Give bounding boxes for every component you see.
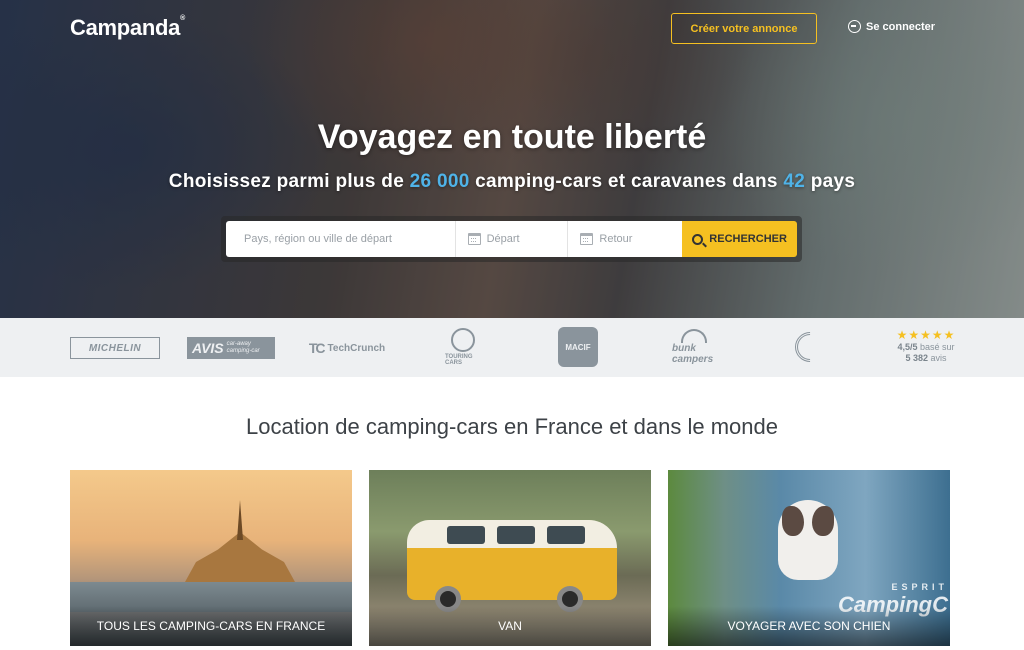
partner-strip: MICHELIN AVIS car-away camping-car TC Te…: [0, 318, 1024, 377]
van-window: [497, 526, 535, 544]
avis-text: AVIS: [192, 340, 224, 356]
create-listing-label: Créer votre annonce: [690, 22, 798, 35]
hero-title: Voyagez en toute liberté: [317, 118, 707, 156]
touring-cars-logo: TOURING CARS: [445, 328, 481, 366]
search-bar: Pays, région ou ville de départ Départ R…: [221, 216, 802, 262]
return-date-input[interactable]: Retour: [568, 221, 683, 257]
overlay-small-text: ESPRIT: [891, 582, 948, 592]
return-placeholder: Retour: [599, 233, 633, 245]
login-link[interactable]: Se connecter: [848, 20, 935, 33]
rating-count: 5 382: [905, 353, 928, 363]
macif-logo: MACIF: [558, 327, 598, 367]
avis-subtext: car-away camping-car: [226, 341, 260, 354]
michelin-logo: MICHELIN: [70, 337, 160, 359]
card-van[interactable]: VAN: [369, 470, 651, 646]
search-button-label: RECHERCHER: [709, 233, 787, 245]
search-button[interactable]: RECHERCHER: [682, 221, 797, 257]
location-input[interactable]: Pays, région ou ville de départ: [226, 221, 456, 257]
dog-image: [778, 500, 838, 580]
login-label: Se connecter: [866, 20, 936, 33]
country-count: 42: [783, 171, 806, 192]
calendar-icon: [580, 233, 594, 245]
rating-count-suffix: avis: [930, 353, 947, 363]
gites-emblem-icon: [788, 325, 832, 369]
bunk-text: bunk campers: [672, 343, 714, 365]
bunk-campers-logo: bunk campers: [672, 327, 716, 367]
rating-score: 4,5/5: [897, 342, 918, 352]
campanda-logo[interactable]: Campanda®: [70, 15, 185, 41]
hero-banner: Campanda® Créer votre annonce Se connect…: [0, 0, 1024, 318]
avis-logo: AVIS car-away camping-car: [187, 337, 275, 359]
mont-saint-michel-image: [185, 500, 295, 582]
techcrunch-logo: TC TechCrunch: [302, 332, 392, 364]
create-listing-button[interactable]: Créer votre annonce: [671, 13, 817, 44]
subtitle-pre: Choisissez parmi plus de: [168, 171, 405, 192]
calendar-icon: [467, 233, 481, 245]
card-label: TOUS LES CAMPING-CARS EN FRANCE: [70, 606, 352, 646]
location-placeholder: Pays, région ou ville de départ: [244, 233, 392, 245]
techcrunch-mark: TC: [308, 340, 326, 356]
hero-subtitle: Choisissez parmi plus de 26 000 camping-…: [0, 171, 1024, 193]
card-dog[interactable]: ESPRIT CampingC VOYAGER AVEC SON CHIEN: [668, 470, 950, 646]
subtitle-mid: camping-cars et caravanes dans: [475, 171, 778, 192]
rating-score-line: 4,5/5 basé sur: [886, 342, 966, 353]
techcrunch-text: TechCrunch: [327, 342, 386, 354]
michelin-text: MICHELIN: [88, 342, 142, 354]
rating-count-line: 5 382 avis: [886, 353, 966, 364]
bunk-arc-icon: [681, 329, 707, 343]
vehicle-count: 26 000: [409, 171, 470, 192]
card-france[interactable]: TOUS LES CAMPING-CARS EN FRANCE: [70, 470, 352, 646]
rating-score-suffix: basé sur: [920, 342, 955, 352]
logo-trademark: ®: [180, 15, 185, 22]
touring-text: TOURING CARS: [445, 354, 473, 366]
van-window: [547, 526, 585, 544]
van-image: [407, 510, 617, 612]
gites-logo: [788, 325, 832, 369]
macif-text: MACIF: [565, 342, 591, 352]
logo-text: Campanda: [70, 15, 181, 40]
subtitle-post: pays: [810, 171, 856, 192]
mont-spire: [237, 500, 243, 540]
rating-stars: ★★★★★: [896, 328, 956, 342]
departure-date-input[interactable]: Départ: [455, 221, 569, 257]
card-label: VAN: [369, 606, 651, 646]
login-icon: [848, 20, 861, 33]
touring-emblem-icon: [451, 328, 475, 352]
van-window: [447, 526, 485, 544]
customer-rating[interactable]: ★★★★★ 4,5/5 basé sur 5 382 avis: [886, 328, 966, 364]
card-label: VOYAGER AVEC SON CHIEN: [668, 606, 950, 646]
search-icon: [692, 233, 704, 245]
departure-placeholder: Départ: [486, 233, 520, 245]
section-title: Location de camping-cars en France et da…: [246, 414, 778, 439]
